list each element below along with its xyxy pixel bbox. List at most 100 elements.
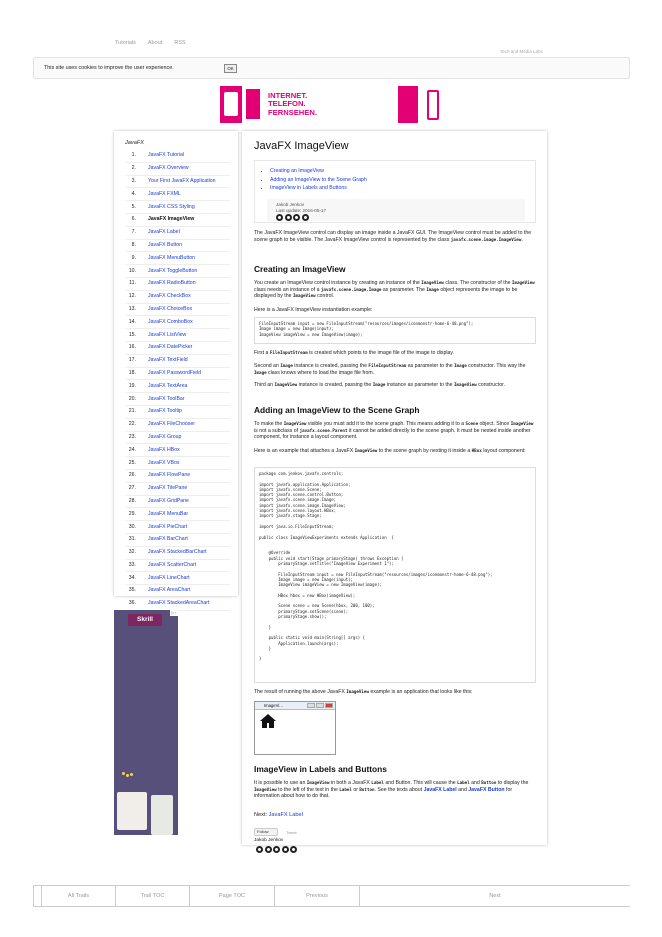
sidebar-item-label[interactable]: JavaFX RadioButton: [148, 280, 196, 286]
ad-choices-icon[interactable]: ▷×: [170, 610, 178, 616]
sidebar-item-label[interactable]: JavaFX CSS Styling: [148, 204, 195, 210]
sidebar-item[interactable]: 29. JavaFX MenuBar: [126, 508, 230, 522]
sidebar-item-label[interactable]: JavaFX ChoiceBox: [148, 306, 192, 312]
next-link[interactable]: JavaFX Label: [269, 812, 303, 818]
sidebar-item-label[interactable]: JavaFX ComboBox: [148, 319, 193, 325]
telekom-ad[interactable]: INTERNET. TELEFON. FERNSEHEN.: [220, 86, 445, 123]
sidebar-item-label[interactable]: JavaFX MenuBar: [148, 511, 188, 517]
sidebar-item-label[interactable]: JavaFX TilePane: [148, 485, 187, 491]
sidebar-item-label[interactable]: JavaFX StackedBarChart: [148, 549, 207, 555]
sidebar-item[interactable]: 18. JavaFX PasswordField: [126, 368, 230, 381]
sidebar-item-label[interactable]: JavaFX PasswordField: [148, 370, 201, 376]
link-javafx-button[interactable]: JavaFX Button: [468, 787, 504, 793]
sidebar-item-label[interactable]: JavaFX FileChooser: [148, 421, 195, 427]
sidebar-item[interactable]: 35. JavaFX AreaChart: [126, 585, 230, 598]
sidebar-item[interactable]: 30. JavaFX PieChart: [126, 521, 230, 534]
sidebar-item[interactable]: 7. JavaFX Label: [126, 227, 230, 240]
sidebar-item[interactable]: 1. JavaFX Tutorial: [126, 150, 230, 163]
facebook-icon[interactable]: [293, 214, 300, 221]
sidebar-item[interactable]: 4. JavaFX FXML: [126, 188, 230, 202]
sidebar-item[interactable]: 36. JavaFX StackedAreaChart: [126, 598, 230, 611]
sidebar-item-label[interactable]: JavaFX StackedAreaChart: [148, 600, 209, 606]
sidebar-item-label[interactable]: JavaFX Tooltip: [148, 408, 182, 414]
sidebar-item[interactable]: 2. JavaFX Overview: [126, 163, 230, 176]
sidebar-item-label[interactable]: JavaFX Tutorial: [148, 152, 184, 158]
sidebar-item-label[interactable]: JavaFX ScatterChart: [148, 562, 196, 568]
nav-about[interactable]: About: [148, 40, 162, 46]
twitter-icon[interactable]: [256, 846, 263, 853]
sidebar-item[interactable]: 31. JavaFX BarChart: [126, 534, 230, 547]
sidebar-item[interactable]: 26. JavaFX FlowPane: [126, 470, 230, 483]
sidebar-item[interactable]: 5. JavaFX CSS Styling: [126, 201, 230, 214]
rss-icon[interactable]: [290, 846, 297, 853]
follow-button[interactable]: Follow: [254, 828, 278, 836]
sidebar-item-label[interactable]: JavaFX Label: [148, 229, 180, 235]
nav-trail-toc[interactable]: Trail TOC: [115, 886, 189, 906]
sidebar-item[interactable]: 33. JavaFX ScatterChart: [126, 560, 230, 573]
tweet-button[interactable]: Tweet: [286, 830, 297, 835]
nav-rss[interactable]: RSS: [174, 40, 185, 46]
sidebar-item[interactable]: 23. JavaFX Group: [126, 432, 230, 445]
sidebar-item-label[interactable]: JavaFX ListView: [148, 332, 186, 338]
sidebar-item[interactable]: 9. JavaFX MenuButton: [126, 252, 230, 266]
sidebar-item-label[interactable]: JavaFX TextField: [148, 357, 188, 363]
sidebar-item-label[interactable]: JavaFX PieChart: [148, 524, 187, 530]
sidebar-item[interactable]: 20. JavaFX ToolBar: [126, 393, 230, 406]
toc-link-creating[interactable]: Creating an ImageView: [270, 167, 367, 176]
facebook-icon[interactable]: [273, 846, 280, 853]
sidebar-item-label[interactable]: JavaFX TextArea: [148, 383, 187, 389]
sidebar-item[interactable]: 19. JavaFX TextArea: [126, 380, 230, 394]
sidebar-item-label[interactable]: JavaFX Group: [148, 434, 181, 440]
nav-next[interactable]: Next: [359, 886, 630, 906]
sidebar-item-label[interactable]: JavaFX DatePicker: [148, 344, 192, 350]
email-icon[interactable]: [281, 846, 289, 853]
sidebar-item[interactable]: 24. JavaFX HBox: [126, 444, 230, 458]
sidebar-item[interactable]: 3. Your First JavaFX Application: [126, 176, 230, 189]
nav-previous[interactable]: Previous: [274, 886, 359, 906]
sidebar-item[interactable]: 13. JavaFX ChoiceBox: [126, 304, 230, 317]
cookie-ok-button[interactable]: OK: [224, 64, 237, 73]
sidebar-item[interactable]: 10. JavaFX ToggleButton: [126, 265, 230, 278]
sidebar-item[interactable]: 11. JavaFX RadioButton: [126, 278, 230, 291]
sidebar-item[interactable]: 12. JavaFX CheckBox: [126, 291, 230, 304]
linkedin-icon[interactable]: [284, 214, 292, 221]
sidebar-item[interactable]: 8. JavaFX Button: [126, 240, 230, 253]
toc-link-adding[interactable]: Adding an ImageView to the Scene Graph: [270, 176, 367, 185]
sidebar-item[interactable]: 34. JavaFX LineChart: [126, 572, 230, 586]
sidebar-item-label[interactable]: Your First JavaFX Application: [148, 178, 216, 184]
sidebar-item[interactable]: 6. JavaFX ImageView: [126, 214, 230, 227]
sidebar-item[interactable]: 25. JavaFX VBox: [126, 457, 230, 470]
email-icon[interactable]: [301, 214, 309, 221]
sidebar-item-label[interactable]: JavaFX LineChart: [148, 575, 190, 581]
sidebar-item-label[interactable]: JavaFX Button: [148, 242, 182, 248]
sidebar-item-label[interactable]: JavaFX CheckBox: [148, 293, 191, 299]
sidebar-item[interactable]: 28. JavaFX GridPane: [126, 496, 230, 509]
sidebar-item[interactable]: 21. JavaFX Tooltip: [126, 406, 230, 419]
sidebar-item-label[interactable]: JavaFX MenuButton: [148, 255, 195, 261]
skrill-ad[interactable]: ▷× Skrill: [114, 610, 178, 835]
link-javafx-label[interactable]: JavaFX Label: [424, 787, 457, 793]
sidebar-item-label[interactable]: JavaFX FlowPane: [148, 472, 190, 478]
sidebar-item-label[interactable]: JavaFX FXML: [148, 191, 181, 197]
sidebar-item-label[interactable]: JavaFX AreaChart: [148, 587, 190, 593]
sidebar-item[interactable]: 16. JavaFX DatePicker: [126, 342, 230, 355]
sidebar-item-label[interactable]: JavaFX ImageView: [148, 216, 194, 222]
twitter-icon[interactable]: [276, 214, 283, 221]
sidebar-item-label[interactable]: JavaFX BarChart: [148, 536, 188, 542]
sidebar-item-label[interactable]: JavaFX ToggleButton: [148, 268, 197, 274]
linkedin-icon[interactable]: [264, 846, 272, 853]
nav-page-toc[interactable]: Page TOC: [189, 886, 274, 906]
sidebar-item[interactable]: 17. JavaFX TextField: [126, 355, 230, 368]
sidebar-item-label[interactable]: JavaFX Overview: [148, 165, 189, 171]
sidebar-item[interactable]: 27. JavaFX TilePane: [126, 483, 230, 496]
sidebar-item-label[interactable]: JavaFX VBox: [148, 460, 179, 466]
nav-all-trails[interactable]: All Trails: [41, 886, 115, 906]
sidebar-item-label[interactable]: JavaFX GridPane: [148, 498, 189, 504]
sidebar-item[interactable]: 32. JavaFX StackedBarChart: [126, 547, 230, 560]
sidebar-item[interactable]: 14. JavaFX ComboBox: [126, 316, 230, 330]
sidebar-item-label[interactable]: JavaFX ToolBar: [148, 396, 185, 402]
nav-tutorials[interactable]: Tutorials: [115, 40, 136, 46]
brand-label[interactable]: Tech and Media Labs: [500, 49, 543, 54]
sidebar-item[interactable]: 22. JavaFX FileChooser: [126, 419, 230, 432]
toc-link-labels[interactable]: ImageView in Labels and Buttons: [270, 184, 367, 193]
